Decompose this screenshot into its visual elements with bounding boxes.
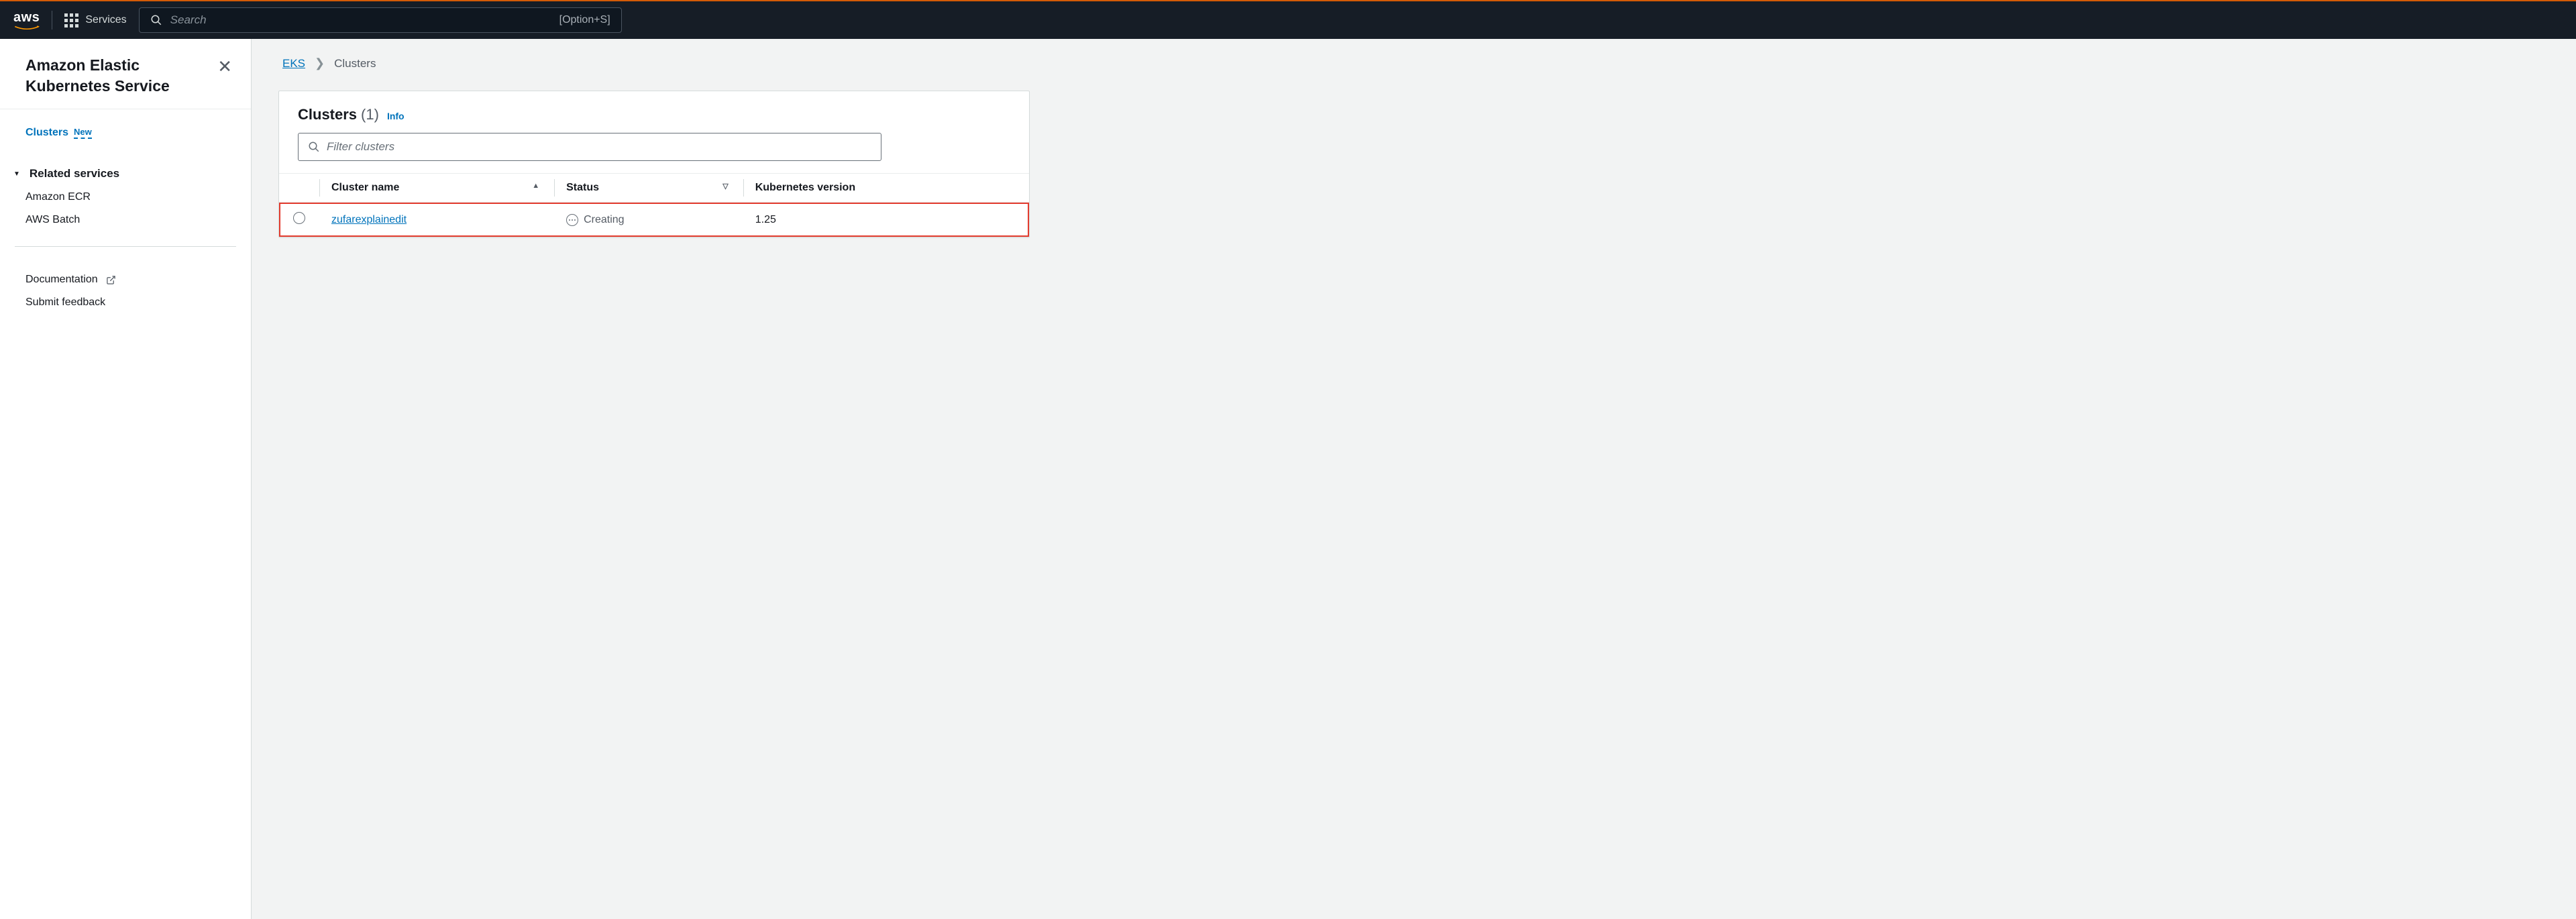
external-link-icon	[106, 275, 116, 285]
search-icon	[150, 14, 162, 26]
status-pending-icon	[566, 214, 578, 226]
top-nav: aws Services [Option+S]	[0, 0, 2576, 39]
new-badge: New	[74, 127, 92, 139]
chevron-right-icon: ❯	[315, 56, 325, 70]
sidebar-item-batch[interactable]: AWS Batch	[25, 209, 232, 231]
clusters-count: (1)	[361, 106, 379, 123]
clusters-panel: Clusters (1) Info Cluster name	[278, 91, 1030, 237]
table-row: zufarexplainedit Creating 1.25	[279, 203, 1029, 237]
sort-icon: ▽	[722, 182, 728, 191]
column-k8s-version[interactable]: Kubernetes version	[743, 174, 1029, 203]
main-content: EKS ❯ Clusters Clusters (1) Info	[252, 39, 2576, 919]
sidebar-item-documentation[interactable]: Documentation	[25, 268, 232, 291]
services-menu-button[interactable]: Services	[64, 13, 126, 28]
panel-title-text: Clusters	[298, 106, 357, 123]
status-text: Creating	[584, 214, 624, 226]
filter-clusters-input[interactable]	[327, 140, 871, 154]
clusters-label: Clusters	[25, 127, 68, 139]
info-link[interactable]: Info	[387, 111, 405, 121]
sidebar-item-clusters[interactable]: Clusters New	[25, 121, 232, 144]
aws-logo[interactable]: aws	[13, 10, 40, 31]
related-services-toggle[interactable]: Related services	[25, 162, 232, 186]
sidebar-close-button[interactable]: ✕	[217, 55, 232, 75]
global-search-input[interactable]	[170, 13, 551, 27]
breadcrumb: EKS ❯ Clusters	[278, 56, 2549, 70]
sort-asc-icon: ▲	[532, 182, 539, 190]
cluster-name-link[interactable]: zufarexplainedit	[331, 214, 407, 225]
column-select	[279, 174, 319, 203]
search-shortcut-hint: [Option+S]	[559, 14, 610, 26]
column-cluster-name[interactable]: Cluster name ▲	[319, 174, 554, 203]
sidebar-item-ecr[interactable]: Amazon ECR	[25, 186, 232, 209]
services-label: Services	[85, 14, 126, 26]
filter-clusters[interactable]	[298, 133, 881, 161]
sidebar-item-feedback[interactable]: Submit feedback	[25, 291, 232, 314]
column-status[interactable]: Status ▽	[554, 174, 743, 203]
breadcrumb-root[interactable]: EKS	[282, 57, 305, 70]
clusters-table: Cluster name ▲ Status ▽ Kubernetes versi…	[279, 173, 1029, 237]
breadcrumb-current: Clusters	[334, 57, 376, 70]
sidebar: Amazon Elastic Kubernetes Service ✕ Clus…	[0, 39, 252, 919]
global-search[interactable]: [Option+S]	[139, 7, 622, 33]
row-select-radio[interactable]	[293, 212, 305, 224]
version-text: 1.25	[743, 203, 1029, 237]
sidebar-title: Amazon Elastic Kubernetes Service	[25, 55, 217, 97]
services-grid-icon	[64, 13, 78, 28]
search-icon	[308, 141, 320, 153]
